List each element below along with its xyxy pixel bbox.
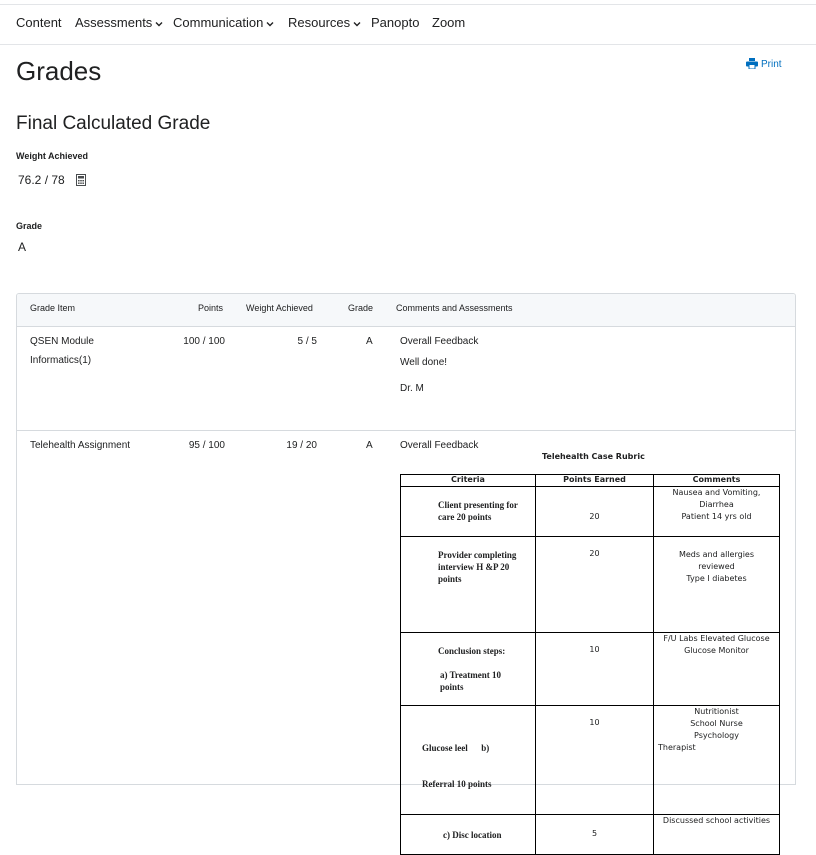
rubric-points: 20: [535, 536, 654, 633]
row-divider: [17, 430, 795, 431]
nav-assessments[interactable]: Assessments: [75, 15, 163, 30]
col-weight-achieved: Weight Achieved: [246, 303, 313, 313]
col-grade-item: Grade Item: [30, 303, 76, 313]
course-navbar: Content Assessments Communication Resour…: [0, 4, 816, 45]
rubric-col-comments: Comments: [653, 474, 780, 487]
print-button[interactable]: Print: [746, 58, 782, 70]
print-label: Print: [761, 59, 782, 70]
col-comments: Comments and Assessments: [396, 303, 513, 313]
chevron-down-icon: [353, 21, 361, 27]
nav-panopto-label: Panopto: [371, 15, 420, 30]
comment-line: Type I diabetes: [686, 574, 747, 583]
nav-resources[interactable]: Resources: [288, 15, 361, 30]
feedback-signature: Dr. M: [400, 383, 424, 394]
chevron-down-icon: [266, 21, 274, 27]
nav-content[interactable]: Content: [16, 15, 62, 30]
comment-line: Meds and allergies: [678, 550, 754, 559]
rubric-criteria: Client presenting for care 20 points: [400, 486, 536, 537]
printer-icon: [746, 58, 758, 70]
criteria-line: points: [440, 682, 464, 692]
rubric-title: Telehealth Case Rubric: [542, 452, 645, 461]
grade-value: A: [18, 240, 27, 254]
comment-line: Discussed school activities: [662, 816, 771, 825]
calculator-icon[interactable]: [76, 174, 87, 186]
comment-line: Therapist: [658, 743, 696, 752]
criteria-line: Conclusion steps:: [438, 646, 506, 656]
nav-communication[interactable]: Communication: [173, 15, 274, 30]
grade-item-line: Informatics(1): [30, 355, 92, 366]
nav-zoom[interactable]: Zoom: [432, 15, 465, 30]
rubric-col-points: Points Earned: [535, 474, 654, 487]
comment-line: Patient 14 yrs old: [681, 512, 752, 521]
col-grade: Grade: [348, 303, 374, 313]
grade-value: A: [366, 440, 373, 451]
grade-value: A: [366, 336, 373, 347]
rubric-row: Conclusion steps: a) Treatment 10 points…: [400, 632, 780, 706]
comment-line: Nutritionist: [694, 707, 739, 716]
rubric-points: 5: [535, 814, 654, 855]
feedback-text: Well done!: [400, 357, 448, 368]
nav-assessments-label: Assessments: [75, 15, 153, 30]
rubric-comments: Meds and allergies reviewed Type I diabe…: [653, 536, 780, 633]
grade-item-name: QSEN Module Informatics(1): [30, 332, 94, 370]
criteria-line: a) Treatment 10: [440, 670, 501, 680]
criteria-line: c) Disc location: [443, 830, 502, 840]
criteria-line: Client presenting for: [438, 500, 518, 510]
nav-resources-label: Resources: [288, 15, 351, 30]
rubric-header-row: Criteria Points Earned Comments: [400, 474, 780, 487]
criteria-line: [438, 657, 531, 669]
col-points: Points: [198, 303, 224, 313]
rubric-row: c) Disc location 5 Discussed school acti…: [400, 814, 780, 855]
grade-item-name: Telehealth Assignment: [30, 440, 131, 451]
points-value: 100 / 100: [183, 336, 225, 347]
grade-item-line: QSEN Module: [30, 336, 94, 347]
grade-label: Grade: [16, 221, 43, 231]
comment-line: F/U Labs Elevated Glucose: [663, 634, 770, 643]
page-title: Grades: [16, 56, 102, 86]
comment-line: Nausea and Vomiting,: [672, 488, 761, 497]
grades-table-header: Grade Item Points Weight Achieved Grade …: [17, 294, 795, 327]
criteria-line: care 20 points: [438, 512, 492, 522]
nav-zoom-label: Zoom: [432, 15, 466, 30]
weight-value: 5 / 5: [297, 336, 317, 347]
rubric-comments: F/U Labs Elevated Glucose Glucose Monito…: [653, 632, 780, 706]
rubric-row: Glucose leel b) Referral 10 points 10 Nu…: [400, 705, 780, 815]
weight-value: 19 / 20: [286, 440, 317, 451]
weight-achieved-value: 76.2 / 78: [18, 173, 65, 187]
comment-line: Glucose Monitor: [684, 646, 749, 655]
points-value: 95 / 100: [188, 440, 225, 451]
rubric-row: Provider completing interview H &P 20 po…: [400, 536, 780, 633]
rubric-comments: Discussed school activities: [653, 814, 780, 855]
criteria-line: Glucose leel b): [422, 743, 490, 753]
comment-line: Psychology: [694, 731, 739, 740]
rubric-criteria: c) Disc location: [400, 814, 536, 855]
feedback-label: Overall Feedback: [400, 440, 479, 451]
rubric-points: 10: [535, 705, 654, 815]
comment-line: reviewed: [698, 562, 735, 571]
criteria-line: Referral 10 points: [422, 779, 492, 789]
criteria-line: points: [438, 574, 462, 584]
chevron-down-icon: [155, 21, 163, 27]
feedback-label: Overall Feedback: [400, 336, 479, 347]
rubric-row: Client presenting for care 20 points 20 …: [400, 486, 780, 537]
weight-achieved-label: Weight Achieved: [16, 151, 89, 161]
rubric-criteria: Conclusion steps: a) Treatment 10 points: [400, 632, 536, 706]
criteria-line: Provider completing: [438, 550, 517, 560]
comment-line: School Nurse: [690, 719, 743, 728]
rubric-criteria: Provider completing interview H &P 20 po…: [400, 536, 536, 633]
rubric-points: 10: [535, 632, 654, 706]
criteria-line: interview H &P 20: [438, 562, 510, 572]
nav-content-label: Content: [16, 15, 62, 30]
rubric-criteria: Glucose leel b) Referral 10 points: [400, 705, 536, 815]
rubric-col-criteria: Criteria: [400, 474, 536, 487]
nav-communication-label: Communication: [173, 15, 264, 30]
rubric-table: Criteria Points Earned Comments Client p…: [400, 474, 780, 855]
final-grade-heading: Final Calculated Grade: [16, 113, 211, 134]
comment-line: Diarrhea: [699, 500, 734, 509]
rubric-comments: Nutritionist School Nurse Psychology The…: [653, 705, 780, 815]
rubric-points: 20: [535, 486, 654, 537]
rubric-comments: Nausea and Vomiting, Diarrhea Patient 14…: [653, 486, 780, 537]
nav-panopto[interactable]: Panopto: [371, 15, 419, 30]
weight-achieved-row: 76.2 / 78: [18, 173, 87, 187]
